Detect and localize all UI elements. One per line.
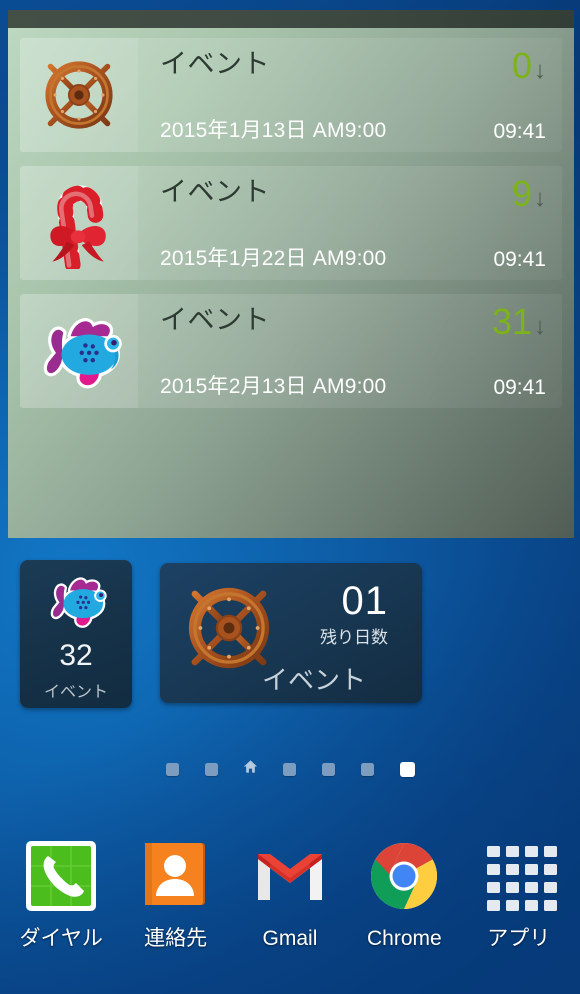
fish-icon xyxy=(37,568,115,639)
fish-countdown-widget[interactable]: 32 イベント xyxy=(20,560,132,708)
dock-label-dialer: ダイヤル xyxy=(19,927,103,950)
dock-item-chrome[interactable]: Chrome xyxy=(348,836,460,949)
page-dot-7[interactable] xyxy=(399,761,415,777)
widget-body: イベント 2015年1月13日 AM9:00 0 ↓ 09:41 イベント 20… xyxy=(8,28,574,538)
apps-grid-icon[interactable] xyxy=(479,836,559,916)
arrow-down-icon: ↓ xyxy=(534,185,546,212)
event-list-item[interactable]: イベント 2015年1月22日 AM9:00 9 ↓ 09:41 xyxy=(20,166,562,280)
page-dot-1[interactable] xyxy=(165,762,179,776)
phone-dialer-icon[interactable] xyxy=(21,836,101,916)
event-right-column: 9 ↓ 09:41 xyxy=(493,176,546,271)
dock-label-apps: アプリ xyxy=(487,927,551,950)
event-thumbnail xyxy=(20,166,138,280)
contacts-icon[interactable] xyxy=(136,836,216,916)
event-details: イベント 2015年1月22日 AM9:00 9 ↓ 09:41 xyxy=(138,166,562,280)
event-time: 09:41 xyxy=(493,248,546,271)
event-title: イベント xyxy=(160,177,270,207)
event-list-item[interactable]: イベント 2015年1月13日 AM9:00 0 ↓ 09:41 xyxy=(20,38,562,152)
fish-icon xyxy=(28,305,130,397)
arrow-down-icon: ↓ xyxy=(534,313,546,340)
home-icon xyxy=(243,759,258,779)
event-thumbnail xyxy=(20,38,138,152)
event-countdown: 31 ↓ xyxy=(492,304,546,340)
ship-wheel-icon xyxy=(33,49,125,141)
event-date: 2015年1月13日 AM9:00 xyxy=(160,118,387,142)
widget-header-bar xyxy=(8,10,574,28)
wheel-widget-count: 01 xyxy=(341,579,388,623)
dock-item-gmail[interactable]: Gmail xyxy=(234,836,346,949)
event-countdown: 0 ↓ xyxy=(512,48,546,84)
dock: ダイヤル 連絡先 Gmail Chrome アプリ xyxy=(0,836,580,972)
page-dot-6[interactable] xyxy=(360,762,374,776)
wheel-widget-sublabel: 残り日数 xyxy=(320,628,388,647)
home-screen: イベント 2015年1月13日 AM9:00 0 ↓ 09:41 イベント 20… xyxy=(0,0,580,994)
wheel-countdown-widget[interactable]: 01 残り日数 イベント xyxy=(160,563,422,703)
event-date: 2015年1月22日 AM9:00 xyxy=(160,246,387,270)
dock-item-apps[interactable]: アプリ xyxy=(463,836,575,949)
gmail-icon[interactable] xyxy=(250,836,330,916)
countdown-list-widget[interactable]: イベント 2015年1月13日 AM9:00 0 ↓ 09:41 イベント 20… xyxy=(8,10,574,538)
page-dot-4[interactable] xyxy=(282,762,296,776)
fish-widget-label: イベント xyxy=(43,684,108,701)
event-list-item[interactable]: イベント 2015年2月13日 AM9:00 31 ↓ 09:41 xyxy=(20,294,562,408)
event-time: 09:41 xyxy=(493,376,546,399)
dock-label-chrome: Chrome xyxy=(367,927,442,950)
candy-cane-icon xyxy=(36,177,122,269)
event-date: 2015年2月13日 AM9:00 xyxy=(160,374,387,398)
dock-item-contacts[interactable]: 連絡先 xyxy=(120,836,232,949)
event-count-number: 0 xyxy=(511,45,532,86)
page-dot-2[interactable] xyxy=(204,762,218,776)
chrome-icon[interactable] xyxy=(364,836,444,916)
dock-item-dialer[interactable]: ダイヤル xyxy=(5,836,117,949)
event-details: イベント 2015年2月13日 AM9:00 31 ↓ 09:41 xyxy=(138,294,562,408)
wheel-widget-title: イベント xyxy=(261,665,366,695)
event-count-number: 9 xyxy=(511,173,532,214)
page-indicator xyxy=(0,758,580,780)
event-right-column: 31 ↓ 09:41 xyxy=(492,304,546,399)
event-thumbnail xyxy=(20,294,138,408)
page-dot-5[interactable] xyxy=(321,762,335,776)
event-title: イベント xyxy=(160,49,270,79)
event-right-column: 0 ↓ 09:41 xyxy=(493,48,546,143)
fish-widget-count: 32 xyxy=(59,639,93,672)
dock-label-gmail: Gmail xyxy=(262,927,318,950)
event-count-number: 31 xyxy=(491,301,532,342)
event-details: イベント 2015年1月13日 AM9:00 0 ↓ 09:41 xyxy=(138,38,562,152)
dock-label-contacts: 連絡先 xyxy=(144,927,208,950)
arrow-down-icon: ↓ xyxy=(534,57,546,84)
page-dot-home[interactable] xyxy=(243,760,257,776)
event-title: イベント xyxy=(160,305,270,335)
event-countdown: 9 ↓ xyxy=(512,176,546,212)
event-time: 09:41 xyxy=(493,120,546,143)
